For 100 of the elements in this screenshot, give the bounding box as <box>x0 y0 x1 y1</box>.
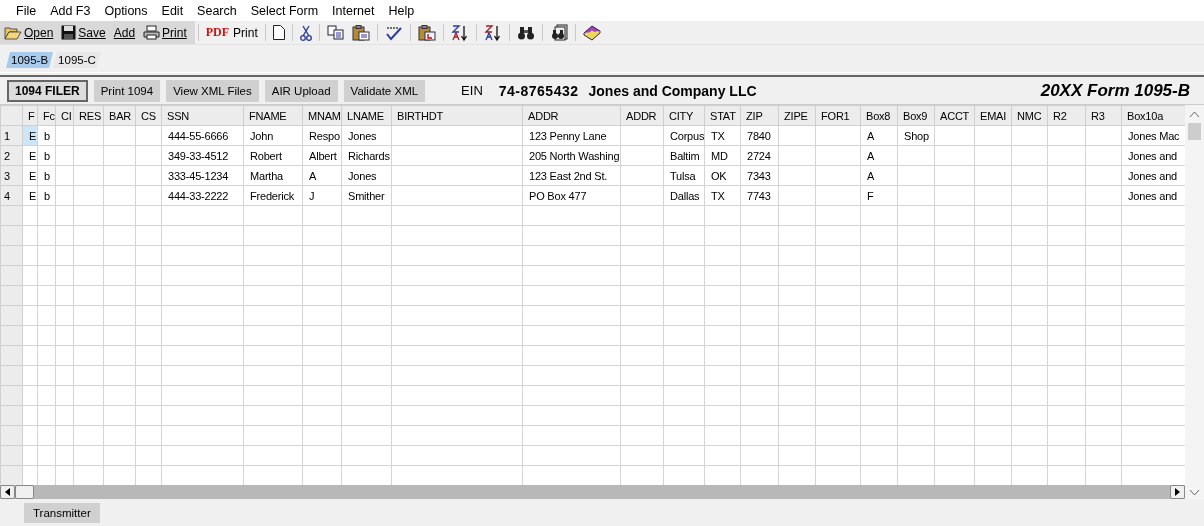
column-header: ZIPE <box>778 105 816 126</box>
add-button[interactable]: Add <box>109 22 140 43</box>
row-header[interactable] <box>0 445 23 466</box>
table-cell: Shop <box>897 125 935 146</box>
column-header: SSN <box>161 105 244 126</box>
row-header[interactable]: 3 <box>0 165 23 186</box>
action-button[interactable]: 1094 FILER <box>7 79 88 102</box>
table-cell: 333-45-1234 <box>161 165 244 186</box>
row-header[interactable]: 1 <box>0 125 23 146</box>
row-header[interactable] <box>0 305 23 326</box>
column-header: RES <box>73 105 104 126</box>
table-cell: 7343 <box>740 165 779 186</box>
pdf-print-button[interactable]: PDF Print <box>201 22 262 43</box>
vertical-scrollbar[interactable] <box>1185 105 1204 485</box>
action-button[interactable]: AIR Upload <box>264 79 338 102</box>
menu-item[interactable]: File <box>9 3 44 18</box>
new-document-icon[interactable] <box>272 23 285 42</box>
printer-icon <box>143 25 161 40</box>
column-header: NMC <box>1011 105 1048 126</box>
table-cell: A <box>860 165 898 186</box>
clipboard-icon[interactable] <box>351 23 370 42</box>
table-cell: TX <box>704 125 741 146</box>
table-cell: Frederick <box>243 185 303 206</box>
ein-label: EIN <box>461 83 483 98</box>
table-cell: b <box>37 145 56 166</box>
table-cell: A <box>302 165 342 186</box>
scroll-down-icon[interactable] <box>1185 485 1204 499</box>
scroll-thumb[interactable] <box>15 485 34 499</box>
row-header[interactable] <box>0 365 23 386</box>
row-header[interactable] <box>0 205 23 226</box>
row-header[interactable]: 4 <box>0 185 23 206</box>
column-header: MNAM <box>302 105 342 126</box>
table-cell: E <box>22 145 38 166</box>
column-header: LNAME <box>341 105 392 126</box>
menu-item[interactable]: Add F3 <box>43 3 98 18</box>
column-header: Box10a <box>1121 105 1185 126</box>
row-header[interactable] <box>0 265 23 286</box>
scroll-thumb[interactable] <box>1188 123 1201 140</box>
table-cell: Jones <box>341 125 392 146</box>
row-header[interactable] <box>0 405 23 426</box>
scroll-up-icon[interactable] <box>1189 111 1200 118</box>
column-header: Box9 <box>897 105 935 126</box>
open-button[interactable]: Open <box>0 22 58 43</box>
table-cell: Robert <box>243 145 303 166</box>
table-cell: J <box>302 185 342 206</box>
row-header[interactable] <box>0 425 23 446</box>
horizontal-scrollbar[interactable] <box>0 485 1185 499</box>
column-header: ZIP <box>740 105 779 126</box>
sort-ascending-icon[interactable] <box>450 23 469 42</box>
book-icon[interactable] <box>582 23 601 42</box>
table-cell: A <box>860 145 898 166</box>
row-header[interactable] <box>0 245 23 266</box>
ein-value: 74-8765432 <box>498 82 579 99</box>
scroll-right-icon[interactable] <box>1175 488 1180 496</box>
save-button[interactable]: Save <box>57 22 110 43</box>
menu-item[interactable]: Select Form <box>243 3 326 18</box>
row-header[interactable] <box>0 385 23 406</box>
action-button[interactable]: Validate XML <box>343 79 426 102</box>
scissors-icon[interactable] <box>299 23 312 42</box>
column-header: STAT <box>704 105 741 126</box>
row-header[interactable] <box>0 225 23 246</box>
form-tab[interactable]: 1095-C <box>53 52 101 68</box>
table-cell: 7743 <box>740 185 779 206</box>
row-header[interactable] <box>0 325 23 346</box>
table-cell: Tulsa <box>663 165 705 186</box>
table-cell: Martha <box>243 165 303 186</box>
column-header: FOR1 <box>815 105 861 126</box>
column-header: R2 <box>1047 105 1086 126</box>
clipboard-icon[interactable] <box>417 23 436 42</box>
find-files-icon[interactable] <box>549 23 568 42</box>
action-button[interactable]: Print 1094 <box>93 79 161 102</box>
scroll-left-icon[interactable] <box>5 488 10 496</box>
row-header[interactable] <box>0 345 23 366</box>
table-cell: E <box>22 185 38 206</box>
menu-item[interactable]: Edit <box>154 3 191 18</box>
action-button[interactable]: View XML Files <box>166 79 259 102</box>
table-cell: Respo <box>302 125 342 146</box>
table-cell: A <box>860 125 898 146</box>
form-tab[interactable]: 1095-B <box>6 52 54 68</box>
sort-descending-icon[interactable] <box>483 23 502 42</box>
print-button[interactable]: Print <box>139 22 191 43</box>
column-header: FNAME <box>243 105 303 126</box>
table-cell: MD <box>704 145 741 166</box>
copy-icon[interactable] <box>326 23 344 42</box>
column-header: ADDR <box>522 105 621 126</box>
row-header[interactable] <box>0 285 23 306</box>
table-cell: E <box>22 165 38 186</box>
column-header: BIRTHDT <box>391 105 523 126</box>
menu-item[interactable]: Help <box>381 3 422 18</box>
row-header[interactable]: 2 <box>0 145 23 166</box>
table-cell: OK <box>704 165 741 186</box>
column-header: ADDR <box>620 105 664 126</box>
folder-icon <box>4 25 22 40</box>
menu-item[interactable]: Search <box>190 3 244 18</box>
menu-item[interactable]: Options <box>97 3 155 18</box>
table-cell: Dallas <box>663 185 705 206</box>
table-cell: Corpus <box>663 125 705 146</box>
table-cell: 349-33-4512 <box>161 145 244 166</box>
menu-item[interactable]: Internet <box>325 3 382 18</box>
transmitter-button[interactable]: Transmitter <box>24 502 100 523</box>
